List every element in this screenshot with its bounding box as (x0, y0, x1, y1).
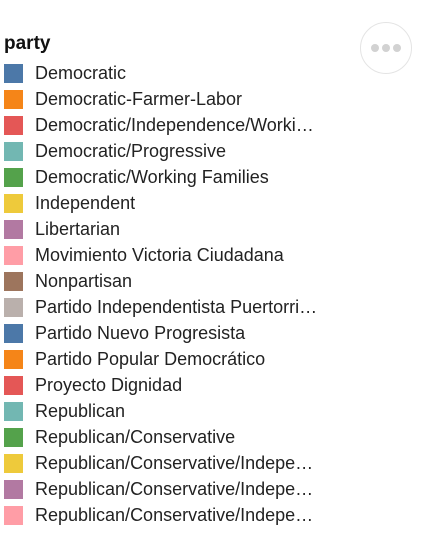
legend-item-partido-nuevo-progresista: Partido Nuevo Progresista (4, 320, 364, 346)
legend-label: Nonpartisan (35, 271, 133, 291)
legend-swatch (4, 167, 23, 187)
legend-swatch (4, 193, 23, 213)
legend-swatch (4, 505, 23, 525)
legend-label: Republican/Conservative/Indepe… (35, 505, 314, 525)
legend-item-democratic-independence-working: Democratic/Independence/Worki… (4, 112, 364, 138)
legend: party Democratic Democratic-Farmer-Labor… (4, 32, 364, 528)
legend-swatch (4, 349, 23, 369)
legend-swatch (4, 453, 23, 473)
legend-label: Democratic (35, 63, 127, 83)
legend-item-republican-conservative-independence-3: Republican/Conservative/Indepe… (4, 502, 364, 528)
legend-label: Republican/Conservative (35, 427, 236, 447)
actions-menu-button[interactable] (360, 22, 412, 74)
legend-label: Democratic/Independence/Worki… (35, 115, 314, 135)
legend-label: Libertarian (35, 219, 121, 239)
more-horizontal-icon (371, 44, 401, 52)
legend-label: Republican (35, 401, 126, 421)
legend-item-republican: Republican (4, 398, 364, 424)
legend-label: Democratic-Farmer-Labor (35, 89, 243, 109)
legend-swatch (4, 479, 23, 499)
legend-label: Democratic/Progressive (35, 141, 227, 161)
legend-label: Proyecto Dignidad (35, 375, 183, 395)
legend-item-partido-popular-democratico: Partido Popular Democrático (4, 346, 364, 372)
legend-item-democratic-working-families: Democratic/Working Families (4, 164, 364, 190)
legend-swatch (4, 63, 23, 83)
legend-swatch (4, 271, 23, 291)
legend-item-partido-independentista: Partido Independentista Puertorri… (4, 294, 364, 320)
legend-swatch (4, 427, 23, 447)
legend-swatch (4, 297, 23, 317)
legend-item-democratic-farmer-labor: Democratic-Farmer-Labor (4, 86, 364, 112)
legend-swatch (4, 323, 23, 343)
legend-item-republican-conservative-independence-1: Republican/Conservative/Indepe… (4, 450, 364, 476)
legend-swatch (4, 141, 23, 161)
legend-swatch (4, 219, 23, 239)
legend-label: Democratic/Working Families (35, 167, 269, 187)
legend-label: Republican/Conservative/Indepe… (35, 453, 314, 473)
legend-swatch (4, 115, 23, 135)
legend-swatch (4, 375, 23, 395)
legend-item-democratic: Democratic (4, 60, 364, 86)
legend-item-nonpartisan: Nonpartisan (4, 268, 364, 294)
legend-item-democratic-progressive: Democratic/Progressive (4, 138, 364, 164)
legend-item-libertarian: Libertarian (4, 216, 364, 242)
legend-label: Independent (35, 193, 136, 213)
legend-label: Partido Independentista Puertorri… (35, 297, 318, 317)
legend-label: Movimiento Victoria Ciudadana (35, 245, 284, 265)
legend-label: Partido Popular Democrático (35, 349, 266, 369)
legend-item-republican-conservative-independence-2: Republican/Conservative/Indepe… (4, 476, 364, 502)
legend-item-independent: Independent (4, 190, 364, 216)
legend-swatch (4, 401, 23, 421)
legend-swatch (4, 245, 23, 265)
legend-swatch (4, 89, 23, 109)
legend-label: Partido Nuevo Progresista (35, 323, 246, 343)
legend-item-movimiento-victoria-ciudadana: Movimiento Victoria Ciudadana (4, 242, 364, 268)
legend-item-republican-conservative: Republican/Conservative (4, 424, 364, 450)
legend-label: Republican/Conservative/Indepe… (35, 479, 314, 499)
legend-item-proyecto-dignidad: Proyecto Dignidad (4, 372, 364, 398)
legend-title: party (4, 33, 51, 54)
